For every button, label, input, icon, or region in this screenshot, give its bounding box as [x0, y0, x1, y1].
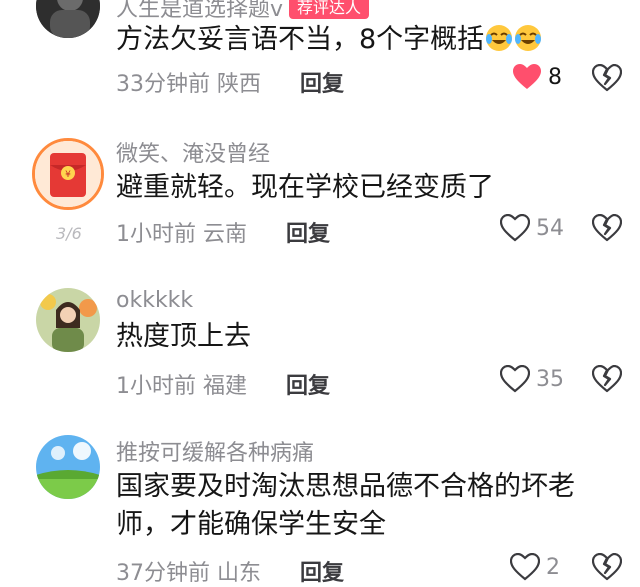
reply-button[interactable]: 回复 [286, 368, 330, 400]
username-text: 人生是道选择题v [116, 0, 284, 22]
broken-heart-icon [591, 552, 623, 581]
avatar[interactable] [36, 288, 100, 352]
comment-text: 方法欠妥言语不当，8个字概括 [116, 21, 596, 59]
comment-meta: 1小时前 福建 [116, 368, 247, 400]
like-button[interactable]: 54 [500, 214, 564, 242]
like-button[interactable]: 2 [510, 553, 560, 581]
avatar[interactable] [36, 435, 100, 499]
dislike-button[interactable] [591, 364, 623, 393]
comment-username[interactable]: okkkkk [116, 288, 193, 313]
comment-text-body: 方法欠妥言语不当，8个字概括 [116, 24, 485, 55]
comment-text: 避重就轻。现在学校已经变质了 [116, 172, 494, 203]
dislike-button[interactable] [591, 63, 623, 92]
comment-text: 国家要及时淘汰思想品德不合格的坏老师，才能确保学生安全 [116, 471, 575, 540]
crying-laugh-emoji [514, 24, 542, 52]
heart-icon [513, 64, 541, 89]
comment-time: 33分钟前 [116, 72, 210, 97]
avatar-page-indicator: 3/6 [56, 224, 82, 243]
commenter-badge: 荐评达人 [289, 0, 370, 19]
like-count: 54 [536, 215, 564, 241]
comment-username[interactable]: 推按可缓解各种病痛 [116, 435, 314, 467]
like-button[interactable]: 35 [500, 365, 564, 393]
reply-button[interactable]: 回复 [300, 555, 344, 587]
comment-location: 陕西 [217, 72, 262, 97]
comment-username[interactable]: 微笑、淹没曾经 [116, 136, 270, 168]
like-count: 2 [546, 554, 560, 580]
comment-time: 1小时前 [116, 222, 196, 247]
comment-time: 1小时前 [116, 374, 196, 399]
like-count: 35 [536, 366, 564, 392]
comment-text: 热度顶上去 [116, 321, 251, 352]
heart-icon [510, 553, 540, 581]
broken-heart-icon [591, 63, 623, 92]
heart-icon [500, 214, 530, 242]
broken-heart-icon [591, 213, 623, 242]
avatar[interactable] [36, 0, 100, 38]
svg-text:¥: ¥ [65, 170, 71, 180]
comment-location: 山东 [217, 561, 262, 586]
dislike-button[interactable] [591, 552, 623, 581]
comment-meta: 1小时前 云南 [116, 216, 247, 248]
comment-meta: 33分钟前 陕西 [116, 66, 261, 98]
avatar[interactable]: ¥ [32, 138, 104, 210]
like-button[interactable]: 8 [512, 63, 562, 91]
like-count: 8 [548, 64, 562, 90]
comment-username[interactable]: 人生是道选择题v 荐评达人 [116, 0, 370, 23]
reply-button[interactable]: 回复 [300, 66, 344, 98]
comment-time: 37分钟前 [116, 561, 210, 586]
comment-location: 福建 [203, 374, 248, 399]
reply-button[interactable]: 回复 [286, 216, 330, 248]
crying-laugh-emoji [485, 24, 513, 52]
comment-location: 云南 [203, 222, 248, 247]
broken-heart-icon [591, 364, 623, 393]
comment-meta: 37分钟前 山东 [116, 555, 261, 587]
dislike-button[interactable] [591, 213, 623, 242]
heart-icon [500, 365, 530, 393]
